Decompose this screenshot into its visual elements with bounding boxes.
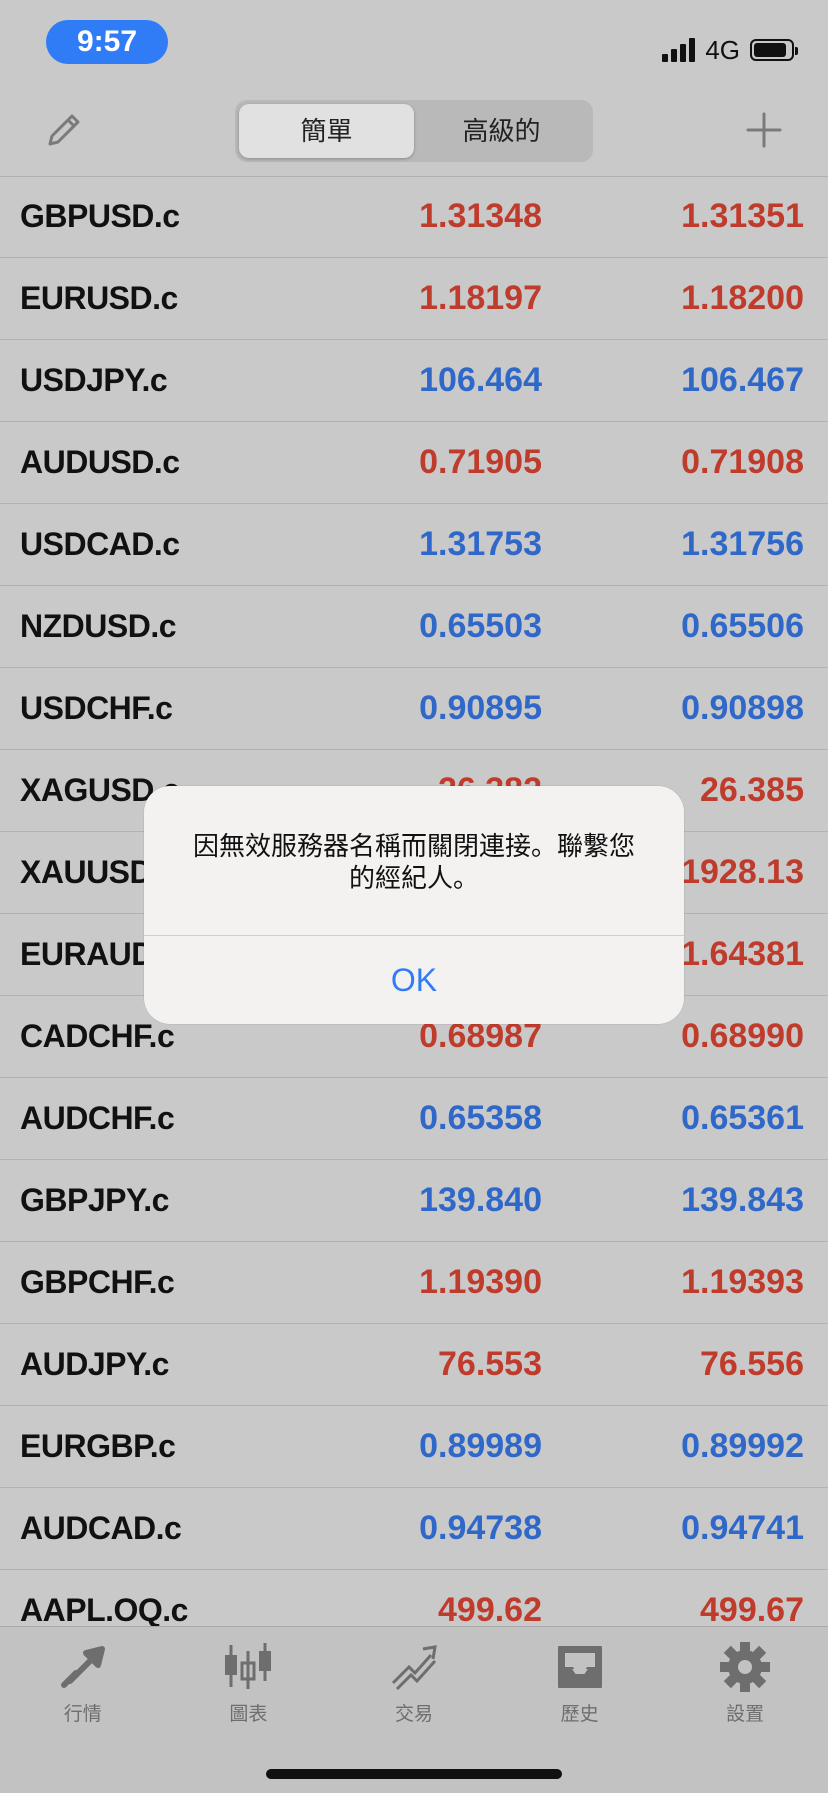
alert-dialog: 因無效服務器名稱而關閉連接。聯繫您的經紀人。 OK bbox=[144, 786, 684, 1024]
ok-button[interactable]: OK bbox=[144, 936, 684, 1024]
alert-message: 因無效服務器名稱而關閉連接。聯繫您的經紀人。 bbox=[144, 786, 684, 936]
modal-overlay: 因無效服務器名稱而關閉連接。聯繫您的經紀人。 OK bbox=[0, 0, 828, 1792]
